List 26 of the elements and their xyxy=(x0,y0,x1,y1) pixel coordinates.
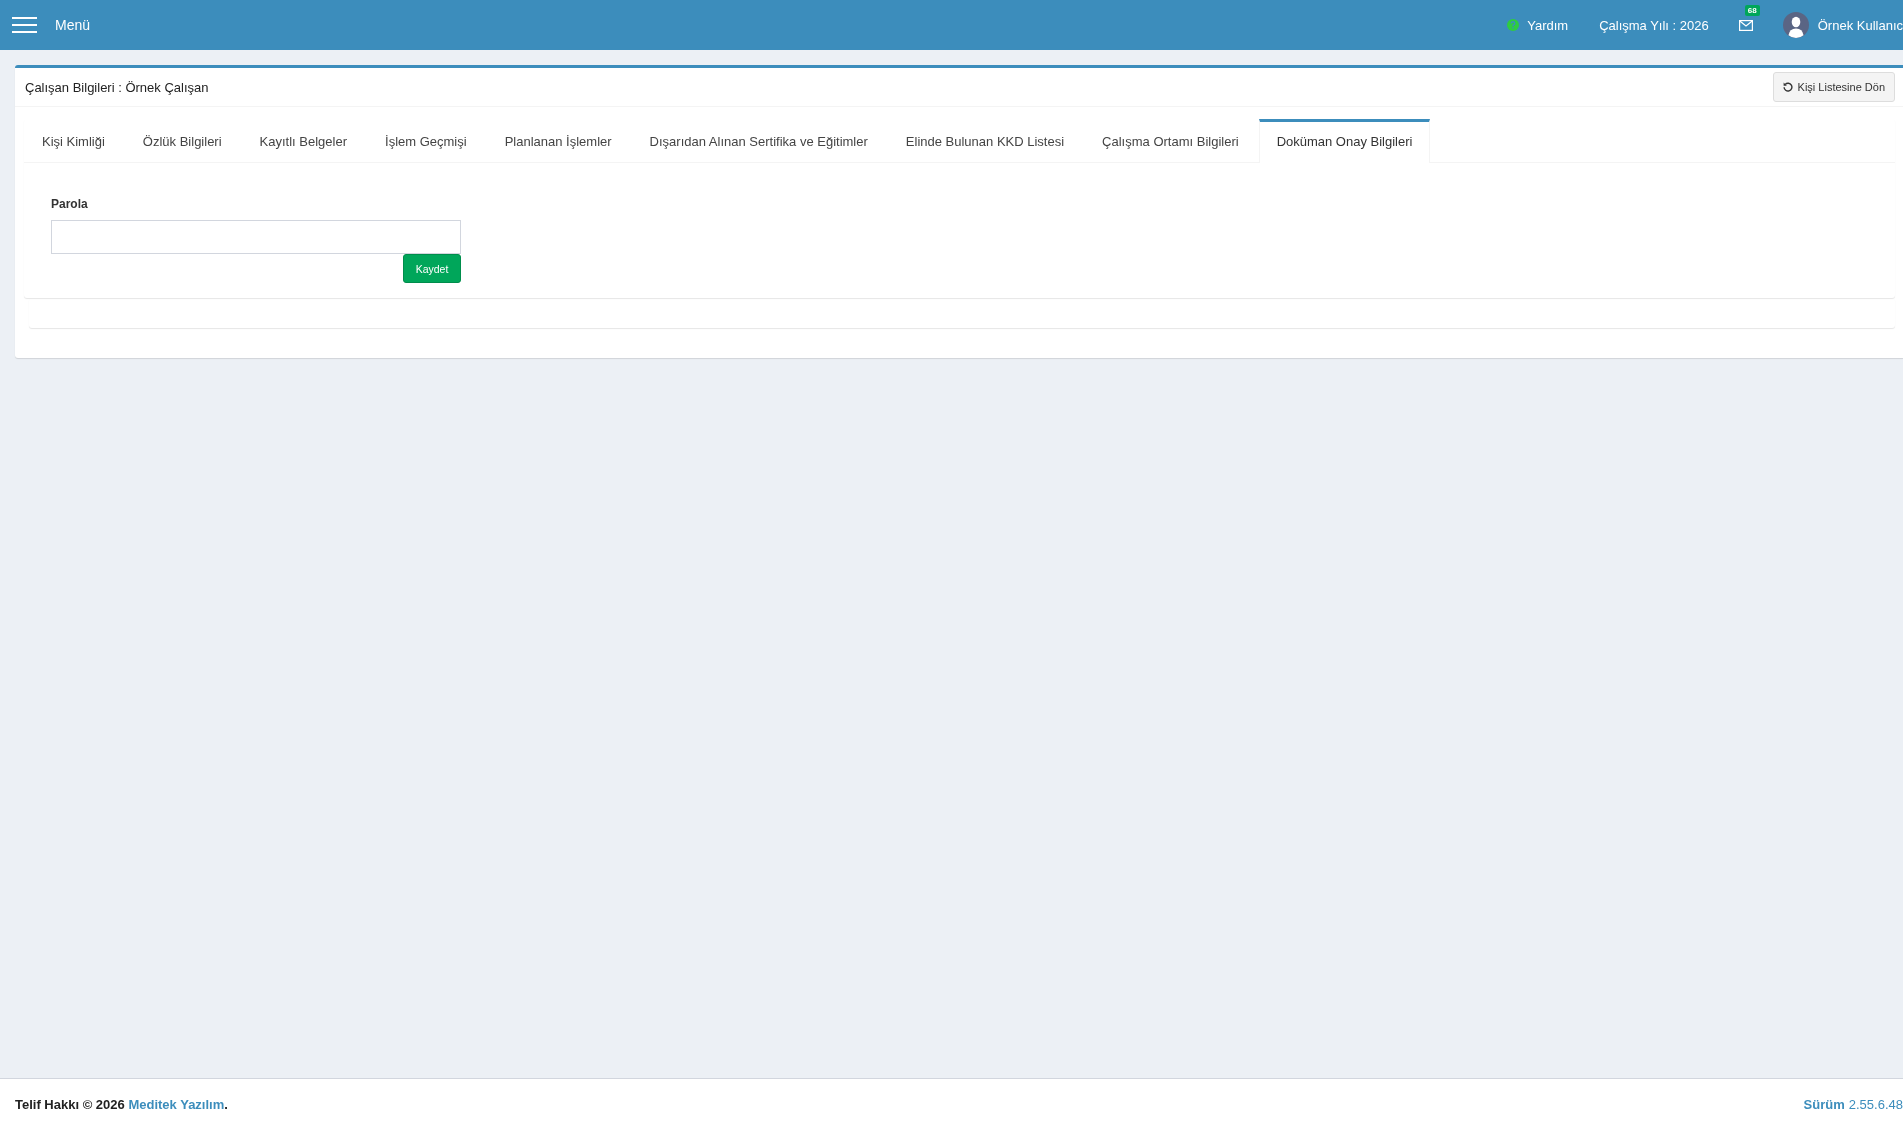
refresh-icon xyxy=(1782,82,1793,92)
menu-toggle[interactable]: Menü xyxy=(0,0,91,50)
copyright-text: Telif Hakkı © 2026 Meditek Yazılım. xyxy=(15,1097,228,1112)
password-label: Parola xyxy=(51,197,89,211)
tab[interactable]: İşlem Geçmişi xyxy=(367,119,485,162)
tab[interactable]: Özlük Bilgileri xyxy=(124,119,240,162)
version-label: Sürüm xyxy=(1803,1097,1845,1112)
tab[interactable]: Kayıtlı Belgeler xyxy=(241,119,366,162)
card-title: Çalışan Bilgileri : Örnek Çalışan xyxy=(25,79,209,95)
tab[interactable]: Planlanan İşlemler xyxy=(486,119,630,162)
back-to-list-button[interactable]: Kişi Listesine Dön xyxy=(1772,72,1895,102)
help-link[interactable]: Yardım xyxy=(1507,17,1569,33)
avatar-icon xyxy=(1782,12,1809,38)
user-menu[interactable]: Örnek Kullanıc xyxy=(1782,12,1903,38)
tab[interactable]: Doküman Onay Bilgileri xyxy=(1258,119,1431,163)
tab[interactable]: Kişi Kimliği xyxy=(24,119,123,162)
password-field[interactable] xyxy=(51,220,461,254)
unread-count: 68 xyxy=(1744,5,1760,16)
tab[interactable]: Çalışma Ortamı Bilgileri xyxy=(1084,119,1257,162)
version-number: 2.55.6.48 xyxy=(1848,1097,1903,1112)
help-icon xyxy=(1507,19,1520,31)
envelope-icon xyxy=(1738,19,1753,31)
menu-icon xyxy=(12,17,37,33)
work-year-link[interactable]: Çalışma Yılı : 2026 xyxy=(1599,17,1709,33)
tab[interactable]: Dışarıdan Alınan Sertifika ve Eğitimler xyxy=(631,119,886,162)
tab[interactable]: Elinde Bulunan KKD Listesi xyxy=(887,119,1083,162)
